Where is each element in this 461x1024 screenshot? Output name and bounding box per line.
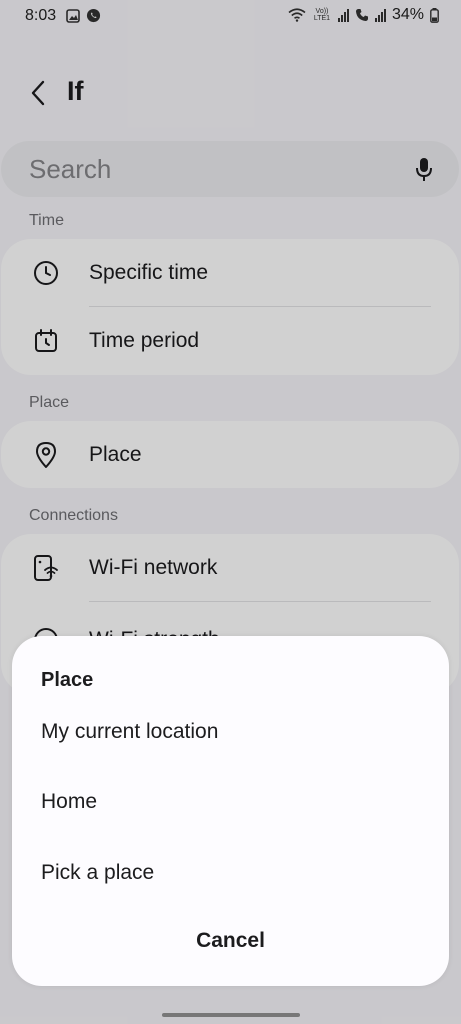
option-pick-a-place[interactable]: Pick a place (12, 845, 449, 905)
place-bottom-sheet: Place My current location Home Pick a pl… (12, 636, 449, 986)
option-my-current-location[interactable]: My current location (12, 704, 449, 764)
option-home[interactable]: Home (12, 774, 449, 834)
gesture-nav-handle[interactable] (162, 1013, 300, 1017)
option-label: Pick a place (41, 861, 155, 884)
option-label: My current location (41, 720, 219, 743)
app-screen: 8:03 Vo)) LTE1 34% If Search Time Specif… (0, 0, 461, 1024)
option-label: Home (41, 790, 98, 813)
sheet-title: Place (41, 669, 94, 691)
cancel-button[interactable]: Cancel (12, 918, 449, 964)
